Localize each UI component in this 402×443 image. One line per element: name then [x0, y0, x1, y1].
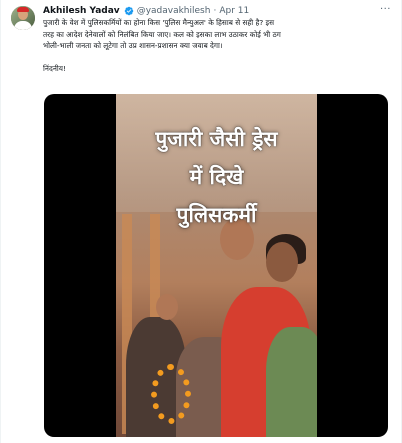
verified-badge-icon — [124, 6, 133, 16]
tweet-date[interactable]: Apr 11 — [219, 6, 249, 16]
video-caption-line: में दिखे — [189, 165, 244, 189]
video-caption-line: पुलिसकर्मी — [176, 203, 257, 227]
tweet-text: पुजारी के वेश में पुलिसकर्मियों का होना … — [43, 17, 393, 74]
tweet-text-line: पुजारी के वेश में पुलिसकर्मियों का होना … — [43, 18, 275, 27]
author-name[interactable]: Akhilesh Yadav — [43, 6, 120, 16]
avatar[interactable] — [11, 6, 35, 30]
video-caption-line: पुजारी जैसी ड्रेस — [155, 127, 278, 151]
video-caption: पुजारी जैसी ड्रेस में दिखे पुलिसकर्मी — [116, 124, 317, 230]
tweet-text-line: तरह का आदेश देनेवालों को निलंबित किया जा… — [43, 29, 281, 39]
tweet-card[interactable]: Akhilesh Yadav @yadavakhilesh · Apr 11 ·… — [0, 0, 402, 443]
author-handle[interactable]: @yadavakhilesh — [137, 6, 211, 16]
video-player[interactable]: पुजारी जैसी ड्रेस में दिखे पुलिसकर्मी — [44, 94, 388, 437]
tweet-closing-text: निंदनीय! — [43, 63, 66, 73]
tweet-text-line: भोली-भाली जनता को लूटेगा तो उप्र शासन-प्… — [43, 41, 223, 50]
tweet-header: Akhilesh Yadav @yadavakhilesh · Apr 11 — [43, 4, 249, 18]
header-separator: · — [213, 6, 217, 16]
more-options-icon[interactable]: ··· — [380, 4, 391, 15]
